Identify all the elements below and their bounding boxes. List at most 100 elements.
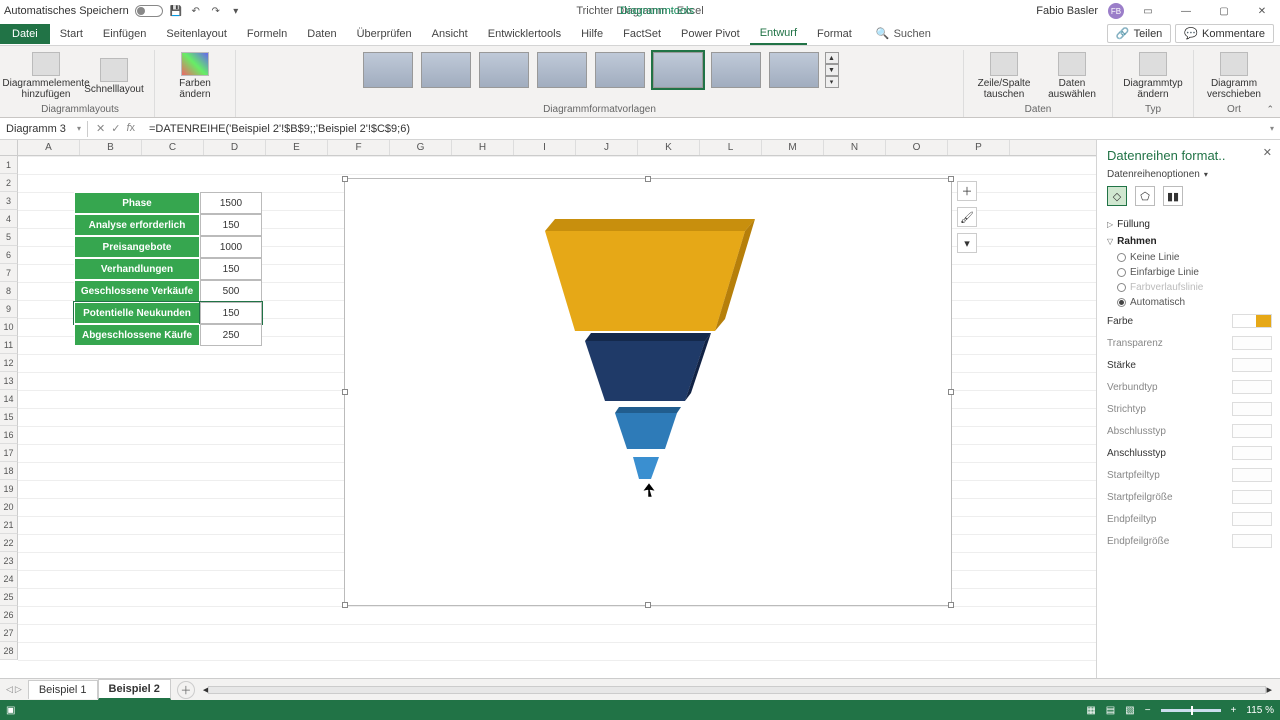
close-icon[interactable]: ✕	[1248, 2, 1276, 20]
ribbon-tabs: Datei Start Einfügen Seitenlayout Formel…	[0, 22, 1280, 46]
select-data-button[interactable]: Daten auswählen	[1040, 50, 1104, 100]
border-none-option[interactable]: Keine Linie	[1117, 250, 1272, 265]
name-box[interactable]: Diagramm 3▾	[0, 121, 88, 137]
chart-style-3[interactable]	[479, 52, 529, 88]
tab-einfuegen[interactable]: Einfügen	[93, 24, 156, 44]
chart-handle-sw[interactable]	[342, 602, 348, 608]
chart-styles-brush-icon[interactable]: 🖌	[957, 207, 977, 227]
border-auto-option[interactable]: Automatisch	[1117, 295, 1272, 310]
zoom-out-icon[interactable]: −	[1145, 705, 1151, 716]
tab-start[interactable]: Start	[50, 24, 93, 44]
chart-style-6[interactable]	[653, 52, 703, 88]
chart-object[interactable]: ＋ 🖌 ▾	[344, 178, 952, 606]
fill-line-tab-icon[interactable]: ◇	[1107, 186, 1127, 206]
save-icon[interactable]: 💾	[169, 4, 183, 18]
border-gradient-option: Farbverlaufslinie	[1117, 280, 1272, 295]
tab-nav-last-icon[interactable]: ▷	[15, 684, 22, 695]
tab-entwurf[interactable]: Entwurf	[750, 23, 807, 45]
chart-handle-e[interactable]	[948, 389, 954, 395]
tab-powerpivot[interactable]: Power Pivot	[671, 24, 750, 44]
tab-format[interactable]: Format	[807, 24, 862, 44]
tab-entwicklertools[interactable]: Entwicklertools	[478, 24, 571, 44]
border-solid-option[interactable]: Einfarbige Linie	[1117, 265, 1272, 280]
chart-style-4[interactable]	[537, 52, 587, 88]
autosave-toggle[interactable]	[135, 5, 163, 17]
tab-nav-first-icon[interactable]: ◁	[6, 684, 13, 695]
chart-handle-w[interactable]	[342, 389, 348, 395]
row-headers[interactable]: 1234567891011121314151617181920212223242…	[0, 156, 18, 660]
change-chart-type-button[interactable]: Diagrammtyp ändern	[1121, 50, 1185, 100]
tab-daten[interactable]: Daten	[297, 24, 346, 44]
view-pagelayout-icon[interactable]: ▤	[1106, 705, 1115, 716]
chart-handle-se[interactable]	[948, 602, 954, 608]
chart-style-2[interactable]	[421, 52, 471, 88]
chart-filter-icon[interactable]: ▾	[957, 233, 977, 253]
chart-style-8[interactable]	[769, 52, 819, 88]
view-normal-icon[interactable]: ▦	[1086, 705, 1095, 716]
chart-style-1[interactable]	[363, 52, 413, 88]
tab-hilfe[interactable]: Hilfe	[571, 24, 613, 44]
chart-handle-nw[interactable]	[342, 176, 348, 182]
tab-formeln[interactable]: Formeln	[237, 24, 297, 44]
tab-datei[interactable]: Datei	[0, 24, 50, 44]
border-join-prop[interactable]: Anschlusstyp	[1107, 442, 1272, 464]
quick-layout-button[interactable]: Schnelllayout	[82, 56, 146, 95]
zoom-level[interactable]: 115 %	[1246, 705, 1274, 716]
tell-me-search[interactable]: 🔍 Suchen	[876, 27, 931, 40]
sheet-tab-1[interactable]: Beispiel 1	[28, 680, 98, 699]
qat-more-icon[interactable]: ▾	[229, 4, 243, 18]
minimize-icon[interactable]: —	[1172, 2, 1200, 20]
series-options-tab-icon[interactable]: ▮▮	[1163, 186, 1183, 206]
cancel-formula-icon[interactable]: ✕	[96, 122, 105, 135]
tab-ueberpruefen[interactable]: Überprüfen	[347, 24, 422, 44]
column-headers[interactable]: ABCDEFGHIJKLMNOP	[18, 140, 1270, 156]
view-pagebreak-icon[interactable]: ▧	[1125, 705, 1134, 716]
tab-ansicht[interactable]: Ansicht	[422, 24, 478, 44]
chart-handle-n[interactable]	[645, 176, 651, 182]
share-button[interactable]: 🔗 Teilen	[1107, 24, 1171, 43]
redo-icon[interactable]: ↷	[209, 4, 223, 18]
add-sheet-icon[interactable]: ＋	[177, 681, 195, 699]
style-gallery-scroll[interactable]: ▲▼▾	[825, 52, 839, 88]
group-loc-label: Ort	[1227, 104, 1241, 117]
zoom-slider[interactable]	[1161, 709, 1221, 712]
zoom-in-icon[interactable]: +	[1231, 705, 1237, 716]
chart-handle-ne[interactable]	[948, 176, 954, 182]
pane-subtitle[interactable]: Datenreihenoptionen ▾	[1107, 169, 1272, 180]
tab-seitenlayout[interactable]: Seitenlayout	[156, 24, 237, 44]
chart-style-5[interactable]	[595, 52, 645, 88]
confirm-formula-icon[interactable]: ✓	[111, 122, 120, 135]
border-section[interactable]: ▽Rahmen	[1107, 233, 1272, 250]
chart-elements-plus-icon[interactable]: ＋	[957, 181, 977, 201]
expand-formula-icon[interactable]: ▾	[1264, 124, 1280, 133]
ribbon-display-icon[interactable]: ▭	[1134, 2, 1162, 20]
chart-handle-s[interactable]	[645, 602, 651, 608]
data-table[interactable]: Phase1500Analyse erforderlich150Preisang…	[74, 192, 262, 346]
sheet-tab-2[interactable]: Beispiel 2	[98, 679, 171, 700]
select-all-corner[interactable]	[0, 140, 18, 156]
ribbon-body: Diagrammelemente hinzufügen Schnelllayou…	[0, 46, 1280, 118]
fx-icon[interactable]: fx	[126, 122, 135, 135]
border-color-prop[interactable]: Farbe	[1107, 310, 1272, 332]
record-macro-icon[interactable]: ▣	[6, 705, 15, 716]
move-chart-button[interactable]: Diagramm verschieben	[1202, 50, 1266, 100]
comments-button[interactable]: 💬 Kommentare	[1175, 24, 1274, 43]
funnel-chart-svg[interactable]	[505, 191, 785, 501]
effects-tab-icon[interactable]: ⬠	[1135, 186, 1155, 206]
autosave-label: Automatisches Speichern	[4, 5, 129, 17]
undo-icon[interactable]: ↶	[189, 4, 203, 18]
fill-section[interactable]: ▷Füllung	[1107, 216, 1272, 233]
pane-close-icon[interactable]: ✕	[1263, 146, 1272, 159]
worksheet[interactable]: ABCDEFGHIJKLMNOP 12345678910111213141516…	[0, 140, 1280, 662]
switch-row-col-button[interactable]: Zeile/Spalte tauschen	[972, 50, 1036, 100]
chart-elements-button[interactable]: Diagrammelemente hinzufügen	[14, 50, 78, 100]
border-width-prop[interactable]: Stärke	[1107, 354, 1272, 376]
change-colors-button[interactable]: Farben ändern	[163, 50, 227, 100]
tab-factset[interactable]: FactSet	[613, 24, 671, 44]
user-avatar[interactable]: FB	[1108, 3, 1124, 19]
chart-style-7[interactable]	[711, 52, 761, 88]
formula-input[interactable]: =DATENREIHE('Beispiel 2'!$B$9;;'Beispiel…	[143, 121, 1264, 137]
maximize-icon[interactable]: ▢	[1210, 2, 1238, 20]
horizontal-scrollbar[interactable]: ◂▸	[203, 685, 1272, 695]
collapse-ribbon-icon[interactable]: ⌃	[1266, 104, 1274, 115]
